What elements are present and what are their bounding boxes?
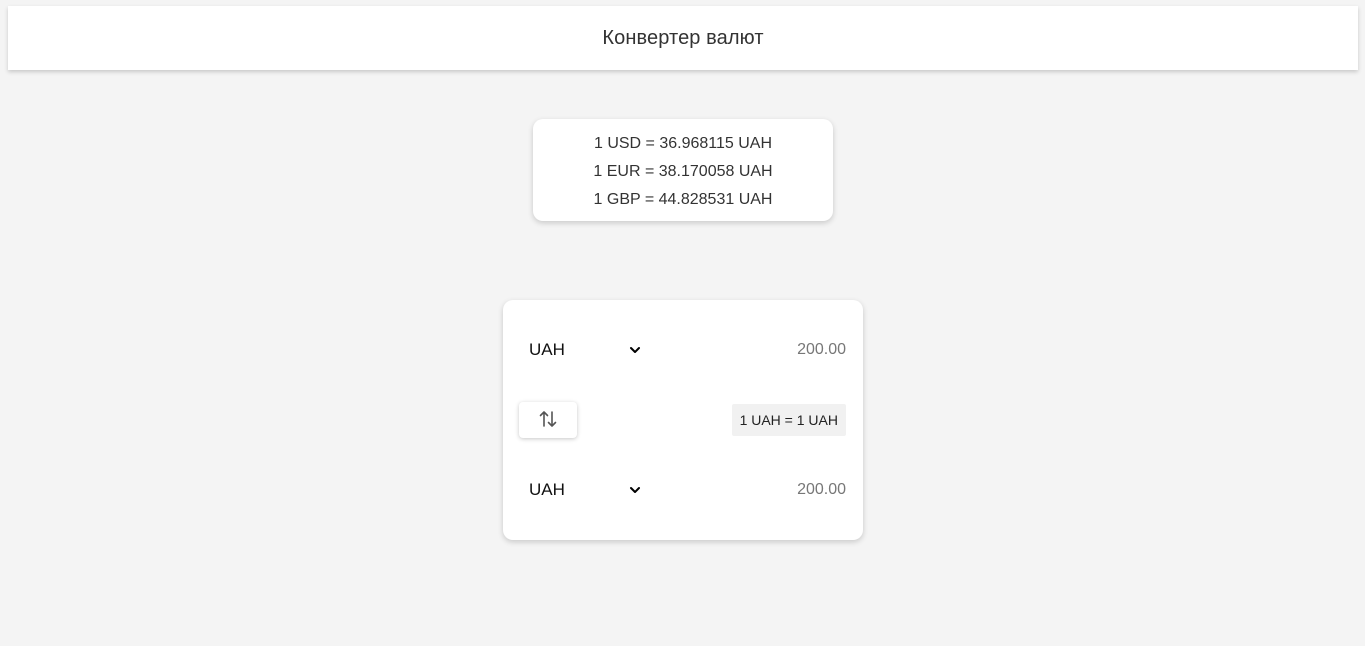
page-title: Конвертер валют	[602, 26, 764, 49]
app-header: Конвертер валют	[8, 6, 1358, 70]
conversion-rate-badge: 1 UAH = 1 UAH	[731, 404, 846, 436]
to-currency-label: UAH	[529, 480, 565, 499]
to-currency-select[interactable]: UAH	[529, 472, 641, 508]
from-amount-input[interactable]	[696, 332, 846, 368]
chevron-down-icon	[629, 344, 641, 356]
from-currency-label: UAH	[529, 340, 565, 359]
swap-currencies-button[interactable]	[519, 402, 577, 438]
to-row: UAH	[503, 472, 863, 508]
swap-vertical-icon	[537, 408, 559, 433]
converter-card: UAH 1 UAH = 1 UAH UAH	[503, 300, 863, 540]
from-row: UAH	[503, 332, 863, 368]
exchange-rates-card: 1 USD = 36.968115 UAH 1 EUR = 38.170058 …	[533, 119, 833, 221]
chevron-down-icon	[629, 484, 641, 496]
rate-eur: 1 EUR = 38.170058 UAH	[593, 163, 773, 180]
from-currency-select[interactable]: UAH	[529, 332, 641, 368]
rate-gbp: 1 GBP = 44.828531 UAH	[593, 191, 773, 208]
rate-usd: 1 USD = 36.968115 UAH	[593, 135, 773, 152]
to-amount-input[interactable]	[696, 472, 846, 508]
